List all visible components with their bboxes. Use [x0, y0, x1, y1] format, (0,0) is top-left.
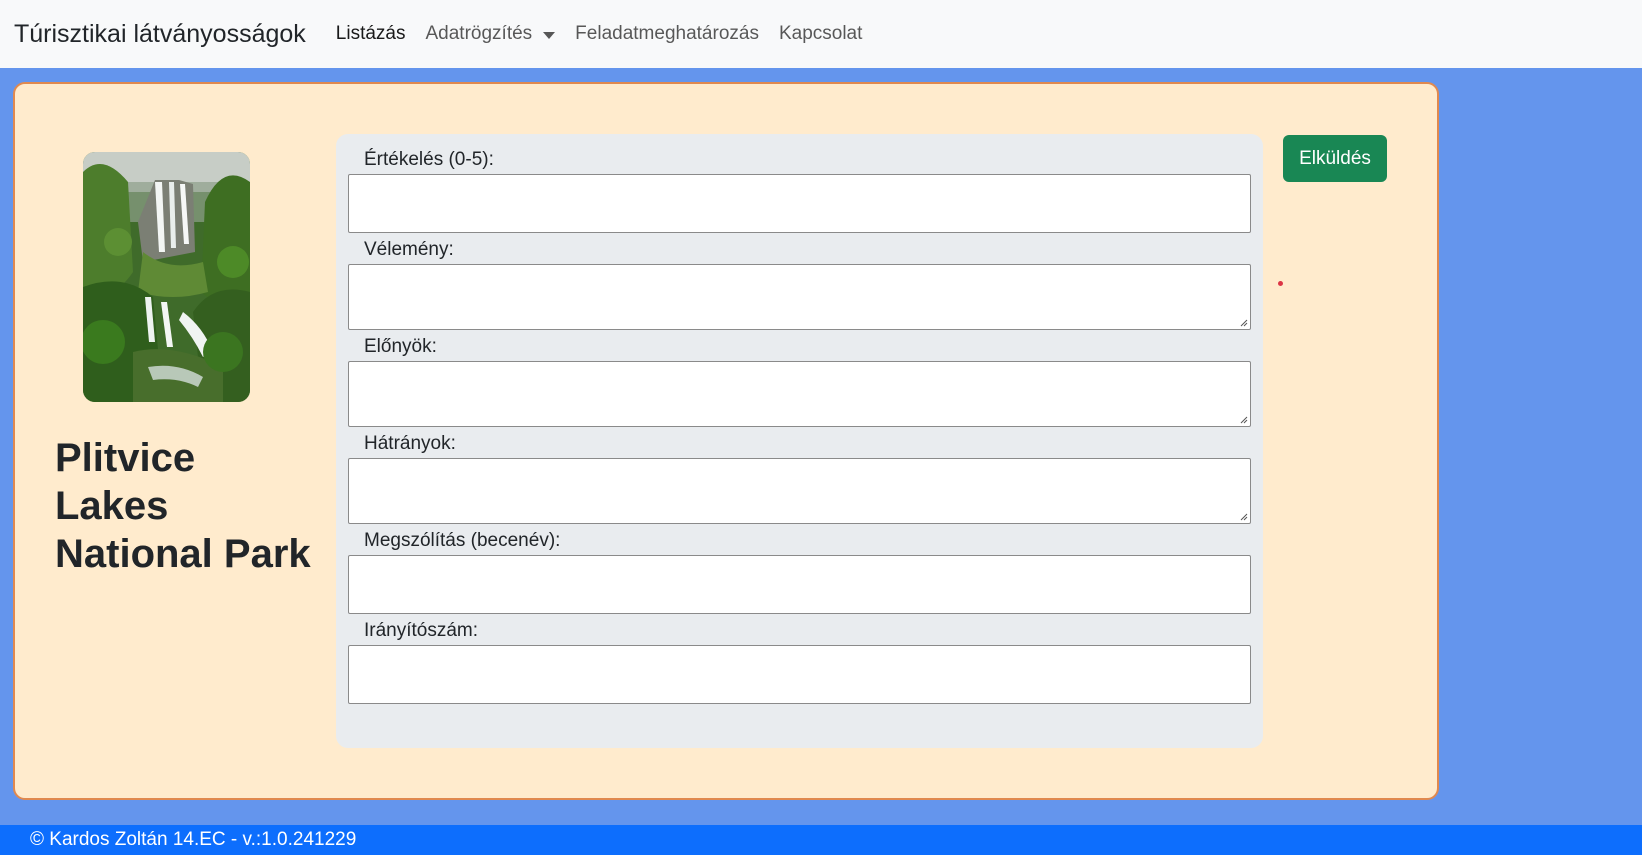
waterfall-photo [83, 152, 250, 402]
rating-input[interactable] [348, 174, 1251, 233]
caret-down-icon [543, 31, 556, 39]
zip-label: Irányítószám: [364, 620, 479, 641]
cons-label: Hátrányok: [364, 433, 456, 454]
nav-item-listazas[interactable]: Listázás [336, 23, 406, 45]
resize-grip-icon[interactable] [1238, 511, 1248, 521]
attraction-title: Plitvice Lakes National Park [55, 436, 311, 576]
review-form: Értékelés (0-5): Vélemény: Előnyök: Hátr… [336, 134, 1263, 748]
validation-dot [1278, 281, 1283, 286]
navbar-brand[interactable]: Túrisztikai látványosságok [14, 20, 306, 49]
resize-grip-icon[interactable] [1238, 317, 1248, 327]
attraction-card: Plitvice Lakes National Park Értékelés (… [13, 82, 1439, 800]
opinion-label: Vélemény: [364, 239, 454, 260]
submit-button[interactable]: Elküldés [1283, 135, 1387, 182]
resize-grip-icon[interactable] [1238, 414, 1248, 424]
footer-text: © Kardos Zoltán 14.EC - v.:1.0.241229 [30, 829, 357, 850]
navbar: Túrisztikai látványosságok Listázás Adat… [0, 0, 1642, 68]
nav-item-kapcsolat[interactable]: Kapcsolat [779, 23, 862, 45]
nav-item-adatrogzites-dropdown[interactable]: Adatrögzítés [426, 23, 556, 45]
cons-textarea[interactable] [348, 458, 1251, 524]
zip-input[interactable] [348, 645, 1251, 704]
footer: © Kardos Zoltán 14.EC - v.:1.0.241229 [0, 825, 1642, 855]
opinion-textarea[interactable] [348, 264, 1251, 330]
nickname-input[interactable] [348, 555, 1251, 614]
rating-label: Értékelés (0-5): [364, 149, 494, 170]
pros-textarea[interactable] [348, 361, 1251, 427]
nav-item-feladatmeghatarozas[interactable]: Feladatmeghatározás [575, 23, 759, 45]
pros-label: Előnyök: [364, 336, 437, 357]
nickname-label: Megszólítás (becenév): [364, 530, 561, 551]
